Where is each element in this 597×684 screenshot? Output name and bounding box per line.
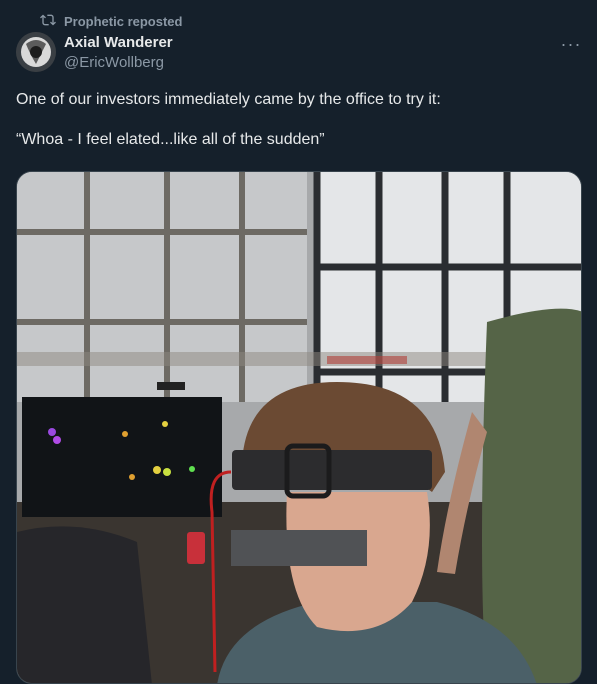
author-name[interactable]: Axial Wanderer xyxy=(64,34,173,51)
author-handle[interactable]: @EricWollberg xyxy=(64,54,164,71)
tweet-photo[interactable] xyxy=(16,171,582,684)
repost-indicator[interactable]: Prophetic reposted xyxy=(40,12,182,31)
tweet-line-2: “Whoa - I feel elated...like all of the … xyxy=(16,131,325,148)
avatar[interactable] xyxy=(16,32,56,72)
tweet-text: One of our investors immediately came by… xyxy=(16,90,576,150)
more-horizontal-icon[interactable]: ··· xyxy=(561,34,581,54)
tweet-line-1: One of our investors immediately came by… xyxy=(16,91,441,108)
repost-label: Prophetic reposted xyxy=(64,14,183,29)
repost-icon xyxy=(40,12,56,31)
